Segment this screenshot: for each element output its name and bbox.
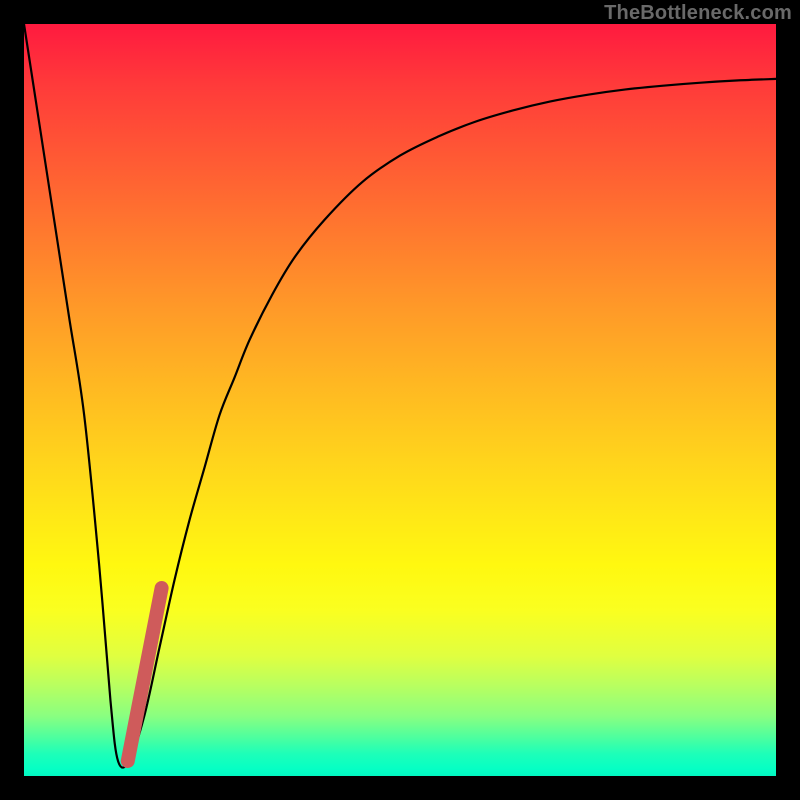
- curve-layer: [24, 24, 776, 776]
- watermark-text: TheBottleneck.com: [604, 2, 792, 25]
- bottleneck-curve: [24, 24, 776, 768]
- chart-frame: TheBottleneck.com: [0, 0, 800, 800]
- highlight-overlay: [128, 588, 162, 761]
- plot-area: [24, 24, 776, 776]
